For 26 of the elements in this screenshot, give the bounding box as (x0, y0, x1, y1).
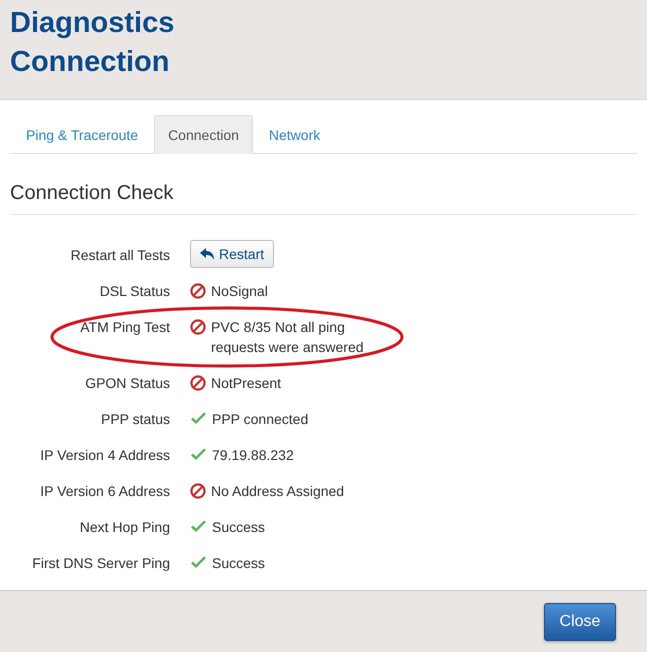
row-label: ATM Ping Test (80, 318, 170, 337)
status-value: PVC 8/35 Not all ping requests were answered (211, 318, 365, 357)
row-label: DSL Status (100, 282, 170, 301)
status-value: 79.19.88.232 (212, 446, 294, 465)
section-heading: Connection Check (10, 182, 637, 215)
tab[interactable]: Ping & Traceroute (12, 115, 152, 154)
tab[interactable]: Connection (154, 115, 253, 154)
status-value: No Address Assigned (211, 482, 344, 501)
status-value: NotPresent (211, 374, 282, 393)
status-value: Success (212, 554, 265, 573)
row-label: First DNS Server Ping (32, 554, 170, 573)
page-title: Diagnostics (10, 6, 176, 41)
row-label: IP Version 6 Address (40, 482, 170, 501)
page-title: Connection (10, 45, 170, 80)
row-label: Restart all Tests (70, 246, 170, 265)
restart-button[interactable]: Restart (190, 240, 274, 268)
tab[interactable]: Network (254, 115, 334, 154)
row-label: GPON Status (85, 374, 170, 393)
status-value: PPP connected (212, 410, 308, 429)
row-label: Next Hop Ping (80, 518, 170, 537)
status-value: NoSignal (211, 282, 268, 301)
undo-arrow-icon (200, 248, 215, 260)
row-label: IP Version 4 Address (40, 446, 170, 465)
status-value: Success (212, 518, 265, 537)
row-label: PPP status (100, 410, 170, 429)
close-button[interactable]: Close (544, 602, 616, 640)
